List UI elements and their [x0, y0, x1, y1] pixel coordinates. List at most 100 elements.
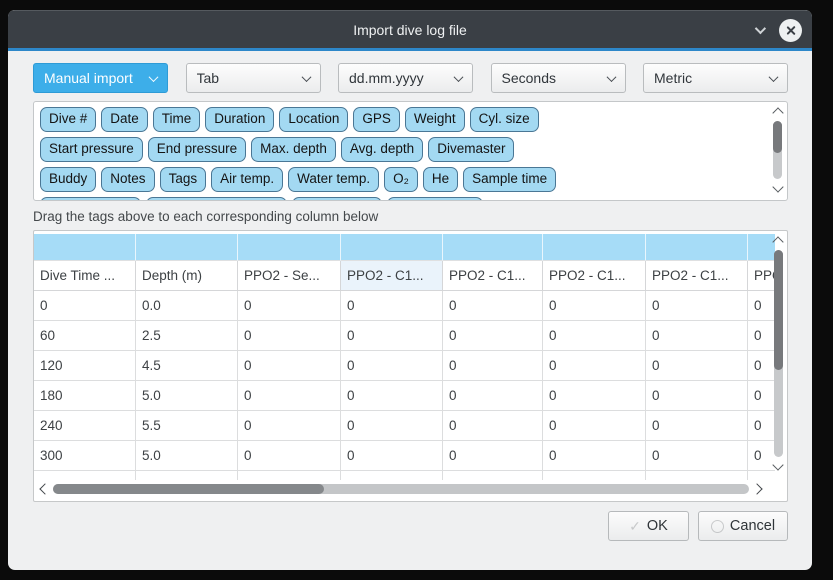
tag-rows: Dive #DateTimeDurationLocationGPSWeightC… — [34, 102, 787, 201]
field-separator-select[interactable]: Tab — [186, 63, 321, 93]
table-cell: 5.0 — [136, 381, 238, 411]
field-tag[interactable]: GPS — [353, 107, 400, 132]
table-cell: 0 — [646, 321, 748, 351]
tag-row: BuddyNotesTagsAir temp.Water temp.O₂HeSa… — [40, 167, 781, 192]
column-drop-target[interactable] — [238, 234, 341, 261]
hscrollbar-thumb[interactable] — [53, 484, 324, 494]
date-format-select[interactable]: dd.mm.yyyy — [338, 63, 473, 93]
table-cell: 0 — [341, 351, 443, 381]
table-vertical-scrollbar[interactable] — [770, 232, 786, 477]
field-tag[interactable]: Sample time — [463, 167, 556, 192]
table-cell: 0 — [646, 441, 748, 471]
table-row: 1204.5000000 — [34, 351, 775, 381]
table-cell: 0 — [443, 411, 543, 441]
table-horizontal-scrollbar[interactable] — [37, 481, 765, 497]
chevron-down-icon — [149, 72, 159, 82]
cancel-button[interactable]: Cancel — [698, 511, 788, 541]
units-select[interactable]: Metric — [643, 63, 788, 93]
table-row: 3005.0000000 — [34, 441, 775, 471]
column-header[interactable]: PPO2 - C1... — [341, 261, 443, 291]
table-cell: 120 — [34, 351, 136, 381]
column-drop-target[interactable] — [543, 234, 646, 261]
import-mode-value: Manual import — [44, 70, 150, 86]
chevron-down-icon[interactable] — [755, 23, 766, 34]
scroll-right-icon[interactable] — [751, 483, 762, 494]
units-value: Metric — [654, 70, 770, 86]
tags-scrollbar-thumb[interactable] — [773, 121, 782, 153]
field-tag[interactable]: Sample depth — [40, 197, 141, 201]
table-cell: 0 — [543, 351, 646, 381]
field-tag[interactable]: Notes — [101, 167, 154, 192]
table-row: 2405.5000000 — [34, 411, 775, 441]
field-tag[interactable]: Start pressure — [40, 137, 143, 162]
scroll-up-icon[interactable] — [772, 107, 783, 118]
table-cell: 180 — [34, 381, 136, 411]
titlebar-controls — [755, 11, 802, 49]
column-header[interactable]: PPO2 - C1... — [443, 261, 543, 291]
field-tag[interactable]: Sample CNS — [387, 197, 483, 201]
field-tag[interactable]: O₂ — [384, 167, 418, 192]
window-title: Import dive log file — [353, 22, 467, 38]
column-header[interactable]: PPO2 - C1... — [646, 261, 748, 291]
column-header[interactable]: Dive Time ... — [34, 261, 136, 291]
column-header[interactable]: PPO2 - C1... — [543, 261, 646, 291]
field-tag[interactable]: Date — [101, 107, 148, 132]
column-drop-target[interactable] — [34, 234, 136, 261]
column-drop-target[interactable] — [136, 234, 238, 261]
field-tag[interactable]: Time — [153, 107, 201, 132]
chevron-down-icon — [769, 72, 779, 82]
table-row: Dive Time ...Depth (m)PPO2 - Se...PPO2 -… — [34, 261, 775, 291]
table-cell: 0 — [238, 291, 341, 321]
field-tag[interactable]: Air temp. — [211, 167, 283, 192]
field-tag[interactable]: Sample pO₂ — [292, 197, 383, 201]
table-scrollbar-track[interactable] — [774, 250, 783, 457]
column-header[interactable]: PPO2 - Se... — [238, 261, 341, 291]
column-drop-target[interactable] — [341, 234, 443, 261]
field-tag[interactable]: Location — [279, 107, 348, 132]
field-tag[interactable]: Duration — [205, 107, 274, 132]
column-drop-target[interactable] — [443, 234, 543, 261]
ok-button[interactable]: ✓ OK — [608, 511, 689, 541]
close-button[interactable] — [779, 19, 802, 42]
scroll-down-icon[interactable] — [772, 181, 783, 192]
field-separator-value: Tab — [197, 70, 303, 86]
table-cell: 5.0 — [136, 441, 238, 471]
table-cell: 0 — [238, 411, 341, 441]
field-tag[interactable]: Divemaster — [428, 137, 514, 162]
scroll-down-icon[interactable] — [772, 459, 783, 470]
field-tag[interactable]: Buddy — [40, 167, 96, 192]
field-tag[interactable]: Tags — [160, 167, 207, 192]
table-cell: 0 — [238, 381, 341, 411]
table-cell: 0.0 — [136, 291, 238, 321]
tag-row: Start pressureEnd pressureMax. depthAvg.… — [40, 137, 781, 162]
hscrollbar-track[interactable] — [53, 484, 749, 494]
field-tag[interactable]: Cyl. size — [470, 107, 539, 132]
field-tag[interactable]: Water temp. — [288, 167, 379, 192]
dialog-buttons: ✓ OK Cancel — [33, 511, 788, 541]
table-cell: 0 — [238, 321, 341, 351]
time-format-select[interactable]: Seconds — [491, 63, 626, 93]
scroll-up-icon[interactable] — [772, 236, 783, 247]
tags-scrollbar-track[interactable] — [773, 121, 782, 179]
titlebar: Import dive log file — [8, 10, 812, 48]
field-tag[interactable]: End pressure — [148, 137, 246, 162]
table-cell — [136, 471, 238, 480]
field-tag[interactable]: Dive # — [40, 107, 96, 132]
table-scrollbar-thumb[interactable] — [774, 250, 783, 370]
field-tag[interactable]: Avg. depth — [341, 137, 423, 162]
table-cell: 0 — [238, 351, 341, 381]
import-mode-select[interactable]: Manual import — [33, 63, 168, 93]
table-cell — [341, 471, 443, 480]
tags-panel: Dive #DateTimeDurationLocationGPSWeightC… — [33, 101, 788, 201]
close-icon — [785, 25, 796, 36]
column-header[interactable]: Depth (m) — [136, 261, 238, 291]
field-tag[interactable]: Weight — [405, 107, 465, 132]
field-tag[interactable]: Sample temperature — [146, 197, 286, 201]
field-tag[interactable]: He — [423, 167, 458, 192]
tags-vertical-scrollbar[interactable] — [769, 103, 786, 199]
import-preview-table: Dive Time ...Depth (m)PPO2 - Se...PPO2 -… — [33, 230, 788, 502]
field-tag[interactable]: Max. depth — [251, 137, 336, 162]
scroll-left-icon[interactable] — [39, 483, 50, 494]
column-drop-target[interactable] — [646, 234, 748, 261]
table-row — [34, 471, 775, 480]
